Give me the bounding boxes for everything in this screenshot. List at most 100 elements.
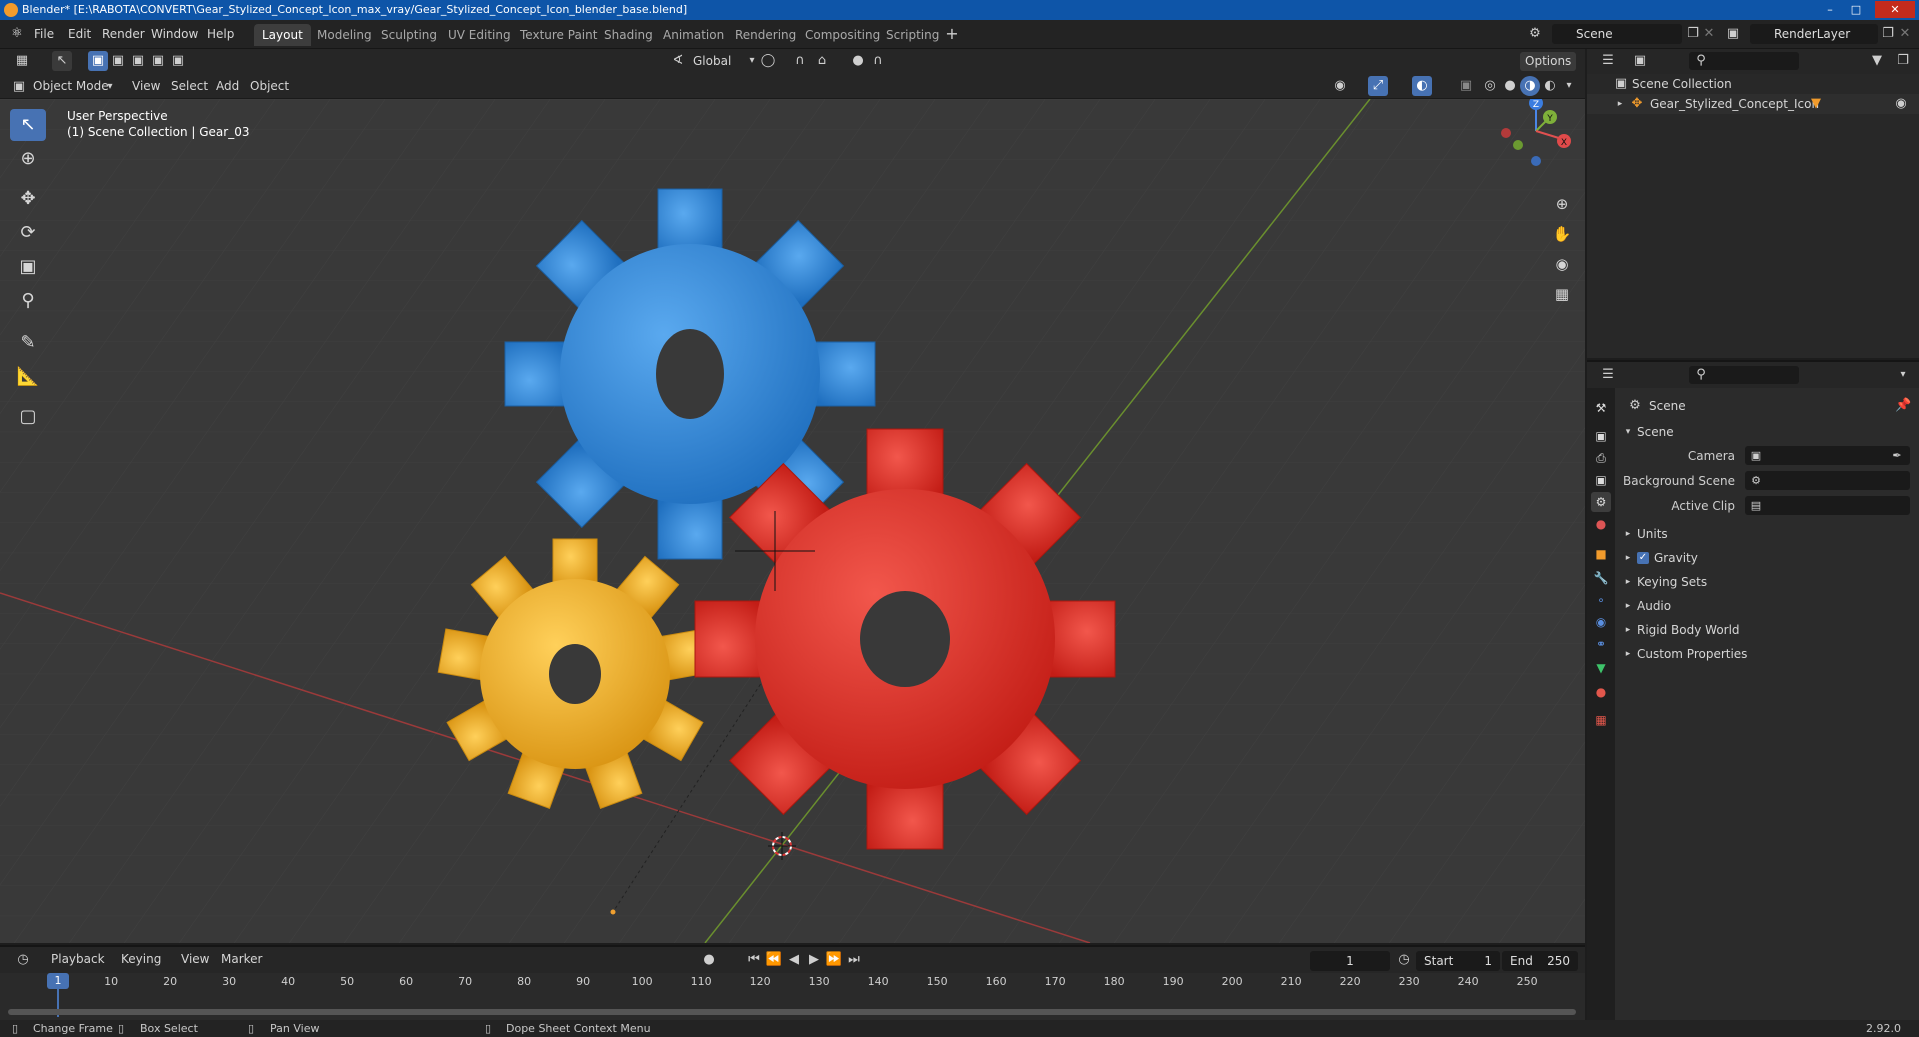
select-subtract-icon[interactable]: ▣ (128, 51, 148, 71)
keying-sets-section[interactable]: ▸ Keying Sets (1615, 570, 1919, 594)
transform-orientation-icon[interactable]: ∢ (670, 51, 686, 71)
snap-target-icon[interactable]: ⌂ (812, 51, 832, 71)
end-frame-field[interactable]: End 250 (1502, 951, 1578, 971)
remove-renderlayer-icon[interactable]: ✕ (1898, 24, 1912, 44)
gravity-section[interactable]: ▸ ✓ Gravity (1615, 546, 1919, 570)
texture-tab-icon[interactable]: ▦ (1591, 710, 1611, 730)
select-invert-icon[interactable]: ▣ (148, 51, 168, 71)
chevron-down-icon[interactable]: ▾ (1895, 365, 1911, 385)
select-extend-icon[interactable]: ▣ (108, 51, 128, 71)
outliner-row[interactable]: ▣ Scene Collection (1587, 74, 1919, 94)
menu-file[interactable]: File (34, 27, 54, 41)
snap-icon[interactable]: ∩ (790, 51, 810, 71)
eyedropper-icon[interactable]: ✒ (1889, 446, 1905, 465)
tab-layout[interactable]: Layout (254, 24, 311, 46)
tab-animation[interactable]: Animation (655, 24, 732, 46)
properties-editor-type-icon[interactable]: ☰ (1595, 365, 1621, 385)
expand-arrow-icon[interactable]: ▸ (1623, 548, 1633, 568)
pin-icon[interactable]: 📌 (1895, 396, 1911, 416)
modifier-tab-icon[interactable]: 🔧 (1591, 568, 1611, 588)
material-tab-icon[interactable]: ● (1591, 682, 1611, 702)
pivot-point-icon[interactable]: ◯ (758, 51, 778, 71)
physics-tab-icon[interactable]: ◉ (1591, 612, 1611, 632)
blender-menu-icon[interactable]: ⚛ (8, 24, 26, 44)
close-icon[interactable]: ✕ (1875, 1, 1915, 18)
menu-marker[interactable]: Marker (216, 950, 267, 969)
timeline-editor-type-icon[interactable]: ◷ (10, 950, 36, 970)
constraints-tab-icon[interactable]: ⚭ (1591, 634, 1611, 654)
view-layer-icon[interactable]: ▣ (1724, 24, 1742, 44)
falloff-icon[interactable]: ∩ (868, 51, 888, 71)
rendered-shading-icon[interactable]: ◐ (1540, 76, 1560, 96)
3d-viewport[interactable]: Z Y X User Perspective (1) Scene Collect… (0, 99, 1585, 943)
options-dropdown[interactable]: Options (1520, 52, 1577, 71)
menu-timeline-view[interactable]: View (176, 950, 214, 969)
jump-keyframe-back-icon[interactable]: ⏪ (765, 950, 783, 970)
tab-scripting[interactable]: Scripting (878, 24, 947, 46)
timeline[interactable]: 1102030405060708090100110120130140150160… (0, 973, 1585, 1020)
tab-compositing[interactable]: Compositing (797, 24, 888, 46)
minimize-icon[interactable]: – (1817, 1, 1843, 18)
gear-red[interactable] (694, 428, 1116, 850)
clock-icon[interactable]: ◷ (1395, 950, 1413, 970)
audio-section[interactable]: ▸ Audio (1615, 594, 1919, 618)
maximize-icon[interactable]: □ (1843, 1, 1869, 18)
current-frame-field[interactable]: 1 (1310, 951, 1390, 971)
scene-tab-icon[interactable]: ⚙ (1591, 492, 1611, 512)
active-clip-field[interactable]: ▤ (1745, 496, 1910, 515)
eye-visibility-icon[interactable]: ◉ (1892, 94, 1910, 114)
expand-arrow-icon[interactable]: ▸ (1623, 524, 1633, 544)
pan-hand-icon[interactable]: ✋ (1549, 221, 1575, 247)
menu-playback[interactable]: Playback (46, 950, 110, 969)
new-renderlayer-icon[interactable]: ❐ (1881, 24, 1895, 44)
expand-arrow-icon[interactable]: ▸ (1623, 644, 1633, 664)
expand-arrow-icon[interactable]: ▸ (1615, 94, 1625, 114)
menu-edit[interactable]: Edit (68, 27, 91, 41)
renderlayer-selector[interactable]: RenderLayer (1750, 24, 1878, 44)
measure-tool-icon[interactable]: 📐 (10, 361, 46, 393)
tab-rendering[interactable]: Rendering (727, 24, 804, 46)
output-tab-icon[interactable]: ⎙ (1591, 448, 1611, 468)
tab-modeling[interactable]: Modeling (309, 24, 380, 46)
select-new-icon[interactable]: ▣ (88, 51, 108, 71)
scene-selector[interactable]: Scene (1552, 24, 1682, 44)
remove-scene-icon[interactable]: ✕ (1702, 24, 1716, 44)
tool-tab-icon[interactable]: ⚒ (1591, 398, 1611, 418)
object-tab-icon[interactable]: ■ (1591, 544, 1611, 564)
select-box-tool-icon[interactable]: ↖ (10, 109, 46, 141)
add-cube-tool-icon[interactable]: ▢ (10, 401, 46, 433)
view-layer-tab-icon[interactable]: ▣ (1591, 470, 1611, 490)
xray-icon[interactable]: ▣ (1457, 76, 1475, 96)
transform-orientation-dropdown[interactable]: Global (688, 52, 736, 71)
expand-arrow-icon[interactable]: ▸ (1623, 572, 1633, 592)
annotate-tool-icon[interactable]: ✎ (10, 327, 46, 359)
collapse-arrow-icon[interactable]: ▾ (1623, 422, 1633, 442)
filter-icon[interactable]: ▼ (1867, 51, 1887, 71)
rigid-body-world-section[interactable]: ▸ Rigid Body World (1615, 618, 1919, 642)
overlays-icon[interactable]: ◐ (1412, 76, 1432, 96)
world-tab-icon[interactable]: ● (1591, 514, 1611, 534)
proportional-editing-icon[interactable]: ● (848, 51, 868, 71)
editor-type-icon[interactable]: ▦ (10, 51, 34, 71)
gizmo-icon[interactable]: ⤢ (1368, 76, 1388, 96)
particles-tab-icon[interactable]: ∘ (1591, 590, 1611, 610)
start-frame-field[interactable]: Start 1 (1416, 951, 1500, 971)
material-shading-icon[interactable]: ◑ (1520, 76, 1540, 96)
solid-shading-icon[interactable]: ● (1500, 76, 1520, 96)
menu-help[interactable]: Help (207, 27, 234, 41)
outliner-editor-type-icon[interactable]: ☰ (1595, 51, 1621, 71)
zoom-icon[interactable]: ⊕ (1549, 191, 1575, 217)
tab-sculpting[interactable]: Sculpting (373, 24, 445, 46)
play-reverse-icon[interactable]: ◀ (785, 950, 803, 970)
data-tab-icon[interactable]: ▼ (1591, 658, 1611, 678)
timeline-scrollbar[interactable] (8, 1009, 1576, 1015)
visibility-icon[interactable]: ◉ (1330, 76, 1350, 96)
chevron-down-icon[interactable]: ▾ (1562, 76, 1576, 96)
menu-view[interactable]: View (127, 77, 165, 96)
camera-view-icon[interactable]: ◉ (1549, 251, 1575, 277)
object-mode-dropdown[interactable]: Object Mode (28, 77, 114, 96)
outliner-row[interactable]: ▸ ✥ Gear_Stylized_Concept_Icon ▼ ◉ (1587, 94, 1919, 114)
menu-render[interactable]: Render (102, 27, 145, 41)
auto-keying-icon[interactable]: ● (700, 950, 718, 970)
playhead[interactable]: 1 (47, 973, 69, 989)
